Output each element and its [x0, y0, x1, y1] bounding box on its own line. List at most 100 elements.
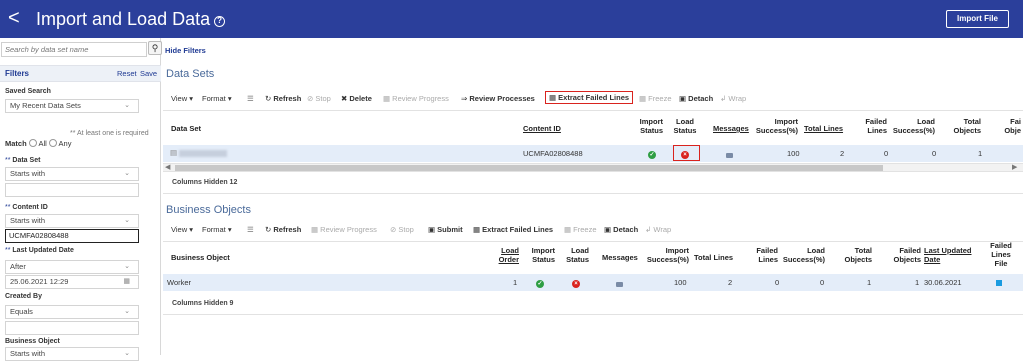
col-load-success[interactable]: Load Success(%) [891, 117, 935, 135]
delete-button[interactable]: ✖ Delete [341, 94, 372, 103]
created-by-input[interactable] [5, 321, 139, 335]
chevron-down-icon: ⌄ [124, 102, 130, 109]
cell-failed-lines: 0 [884, 149, 889, 158]
divider [163, 241, 1023, 242]
match-any-radio[interactable] [48, 139, 57, 147]
saved-search-select[interactable]: My Recent Data Sets ⌄ [5, 99, 139, 113]
filter-panel: Search by data set name ⚲ Filters Reset … [0, 38, 162, 361]
search-icon[interactable]: ⚲ [148, 41, 162, 55]
failed-lines-file-icon[interactable] [996, 279, 1002, 288]
col-failed-lines-file[interactable]: Failed Lines File [986, 241, 1016, 268]
extract-failed-lines-button[interactable]: ▦ Extract Failed Lines [545, 91, 634, 104]
table-row[interactable]: Worker 1 ✓ × 100 2 0 0 1 1 30.06.2021 [163, 274, 1023, 291]
col-data-set[interactable]: Data Set [171, 124, 201, 133]
col-load-order[interactable]: Load Order [489, 246, 519, 264]
col-failed-objects[interactable]: Fai Obje [999, 117, 1021, 135]
import-file-button[interactable]: Import File [946, 10, 1009, 28]
review-processes-button[interactable]: ⇒ Review Processes [461, 94, 535, 103]
col-total-lines[interactable]: Total Lines [804, 124, 843, 133]
reset-link[interactable]: Reset [117, 69, 137, 78]
review-progress-button[interactable]: ▦ Review Progress [311, 225, 377, 234]
saved-search-value: My Recent Data Sets [10, 101, 81, 110]
col-import-status[interactable]: Import Status [525, 246, 555, 264]
cell-failed-lines: 0 [775, 278, 780, 287]
scrollbar-thumb[interactable] [175, 165, 883, 171]
created-by-operator[interactable]: Equals ⌄ [5, 305, 139, 319]
divider [163, 110, 1023, 111]
col-import-status[interactable]: Import Status [633, 117, 663, 135]
match-all-radio[interactable] [28, 139, 37, 147]
columns-icon[interactable]: ☰ [247, 94, 254, 103]
back-icon[interactable]: < [8, 7, 20, 29]
calendar-icon[interactable]: ▦ [123, 276, 130, 288]
chevron-down-icon: ⌄ [124, 170, 130, 177]
freeze-button[interactable]: ▦ Freeze [564, 225, 597, 234]
extract-failed-lines-button[interactable]: ▦ Extract Failed Lines [473, 225, 553, 234]
cell-total-objects: 1 [978, 149, 983, 158]
submit-button[interactable]: ▣ Submit [428, 225, 463, 234]
col-total-lines[interactable]: Total Lines [694, 253, 733, 262]
detach-button[interactable]: ▣ Detach [679, 94, 713, 103]
horizontal-scrollbar[interactable]: ◀ ▶ [163, 163, 1023, 172]
refresh-button[interactable]: ↻ Refresh [265, 225, 301, 234]
last-updated-input[interactable]: 25.06.2021 12:29 ▦ [5, 275, 139, 289]
col-content-id[interactable]: Content ID [523, 124, 561, 133]
view-menu[interactable]: View ▾ [171, 225, 193, 234]
columns-icon[interactable]: ☰ [247, 225, 254, 234]
required-hint: ** At least one is required [70, 130, 149, 137]
cell-business-object: Worker [167, 278, 192, 287]
col-load-status[interactable]: Load Status [671, 117, 699, 135]
col-failed-lines[interactable]: Failed Lines [748, 246, 778, 264]
wrap-button[interactable]: ↲ Wrap [645, 225, 671, 234]
col-last-updated[interactable]: Last Updated Date [924, 246, 972, 264]
stop-button[interactable]: ⊘ Stop [307, 94, 331, 103]
last-updated-operator[interactable]: After ⌄ [5, 260, 139, 274]
col-messages[interactable]: Messages [713, 124, 749, 133]
import-status-icon: ✓ [648, 151, 656, 159]
scroll-right-icon[interactable]: ▶ [1012, 163, 1017, 171]
help-icon[interactable]: ? [214, 16, 226, 27]
wrap-button[interactable]: ↲ Wrap [720, 94, 746, 103]
refresh-button[interactable]: ↻ Refresh [265, 94, 301, 103]
content-id-operator[interactable]: Starts with ⌄ [5, 214, 139, 228]
col-total-objects[interactable]: Total Objects [947, 117, 981, 135]
chevron-down-icon: ⌄ [124, 263, 130, 270]
data-set-operator[interactable]: Starts with ⌄ [5, 167, 139, 181]
last-updated-label: ** Last Updated Date [5, 247, 74, 254]
detach-button[interactable]: ▣ Detach [604, 225, 638, 234]
view-menu[interactable]: View ▾ [171, 94, 193, 103]
col-total-objects[interactable]: Total Objects [838, 246, 872, 264]
file-icon: ▤ [170, 148, 178, 157]
col-business-object[interactable]: Business Object [171, 253, 230, 262]
col-failed-objects[interactable]: Failed Objects [883, 246, 921, 264]
cell-total-objects: 1 [867, 278, 872, 287]
import-status-icon: ✓ [536, 280, 544, 288]
freeze-button[interactable]: ▦ Freeze [639, 94, 672, 103]
business-object-operator[interactable]: Starts with ⌄ [5, 347, 139, 361]
hide-filters-link[interactable]: Hide Filters [165, 46, 206, 55]
message-icon[interactable] [726, 151, 733, 160]
format-menu[interactable]: Format ▾ [202, 225, 232, 234]
filters-header: Filters Reset Save [0, 65, 161, 82]
data-set-input[interactable] [5, 183, 139, 197]
col-load-status[interactable]: Load Status [561, 246, 589, 264]
col-failed-lines[interactable]: Failed Lines [857, 117, 887, 135]
table-row[interactable]: ▤ UCMFA02808488 ✓ × 100 2 0 0 1 [163, 145, 1023, 162]
format-menu[interactable]: Format ▾ [202, 94, 232, 103]
stop-button[interactable]: ⊘ Stop [390, 225, 414, 234]
data-set-label: ** Data Set [5, 157, 41, 164]
col-import-success[interactable]: Import Success(%) [755, 117, 798, 135]
message-icon[interactable] [616, 280, 623, 289]
col-import-success[interactable]: Import Success(%) [646, 246, 689, 264]
content-id-input[interactable]: UCMFA02808488 [5, 229, 139, 243]
chevron-down-icon: ⌄ [124, 217, 130, 224]
save-link[interactable]: Save [140, 69, 157, 78]
col-messages[interactable]: Messages [602, 253, 638, 262]
review-progress-button[interactable]: ▦ Review Progress [383, 94, 449, 103]
search-input[interactable]: Search by data set name [1, 42, 147, 57]
col-load-success[interactable]: Load Success(%) [781, 246, 825, 264]
divider [163, 314, 1023, 315]
scroll-left-icon[interactable]: ◀ [165, 163, 170, 171]
load-status-icon[interactable]: × [572, 278, 580, 288]
business-object-label: Business Object [5, 338, 60, 345]
